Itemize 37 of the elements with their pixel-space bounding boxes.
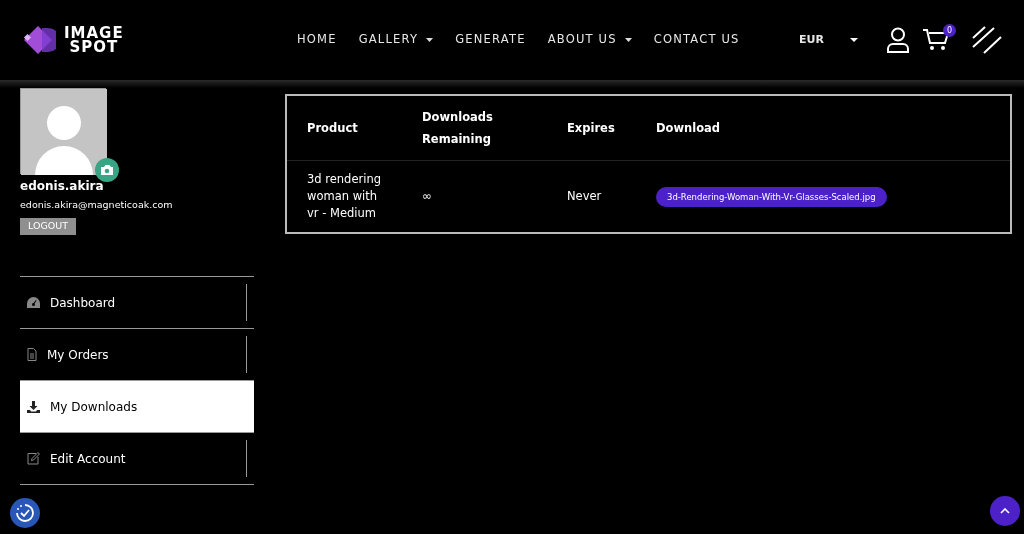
- column-header: Expires: [567, 120, 615, 137]
- camera-icon[interactable]: [95, 158, 119, 182]
- document-icon: [27, 348, 37, 362]
- column-header: Product: [307, 120, 358, 137]
- edit-icon: [27, 452, 40, 466]
- nav-link[interactable]: ABOUT US: [547, 31, 632, 49]
- column-header: Downloads Remaining: [422, 109, 493, 148]
- user-email: edonis.akira@magneticoak.com: [20, 198, 174, 212]
- currency-dropdown[interactable]: EUR: [799, 31, 858, 49]
- caret-icon: [426, 38, 434, 42]
- expiry: Never: [567, 189, 602, 203]
- username: edonis.akira: [20, 178, 105, 195]
- user-icon[interactable]: [886, 27, 910, 53]
- menu-icon[interactable]: [972, 26, 1002, 54]
- logo-text: SPOT: [68, 40, 120, 54]
- scroll-top-button[interactable]: [990, 496, 1020, 526]
- nav-link[interactable]: CONTACT US: [653, 31, 740, 49]
- download-link[interactable]: 3d-Rendering-Woman-With-Vr-Glasses-Scaled.jpg: [656, 186, 887, 207]
- accessibility-icon[interactable]: [10, 498, 40, 528]
- chevron-up-icon: [1000, 508, 1010, 514]
- logo-text: IMAGE: [64, 26, 124, 40]
- caret-icon: [624, 38, 632, 42]
- product-name: 3d rendering woman with vr - Medium: [307, 171, 382, 222]
- downloads-remaining: ∞: [422, 189, 432, 203]
- cart-icon[interactable]: [922, 28, 950, 53]
- caret-icon: [850, 38, 858, 42]
- sidebar-item[interactable]: Edit Account: [20, 433, 254, 486]
- sidebar-item[interactable]: My Downloads: [20, 381, 254, 434]
- logo-icon: [22, 24, 56, 56]
- download-icon: [27, 400, 40, 413]
- nav-link[interactable]: GENERATE: [455, 31, 526, 49]
- cart-count: 0: [943, 23, 956, 37]
- sidebar-item[interactable]: Dashboard: [20, 277, 254, 330]
- speedometer-icon: [27, 297, 40, 309]
- column-header: Download: [656, 120, 721, 137]
- nav-link[interactable]: HOME: [297, 31, 337, 49]
- nav-link[interactable]: GALLERY: [358, 31, 434, 49]
